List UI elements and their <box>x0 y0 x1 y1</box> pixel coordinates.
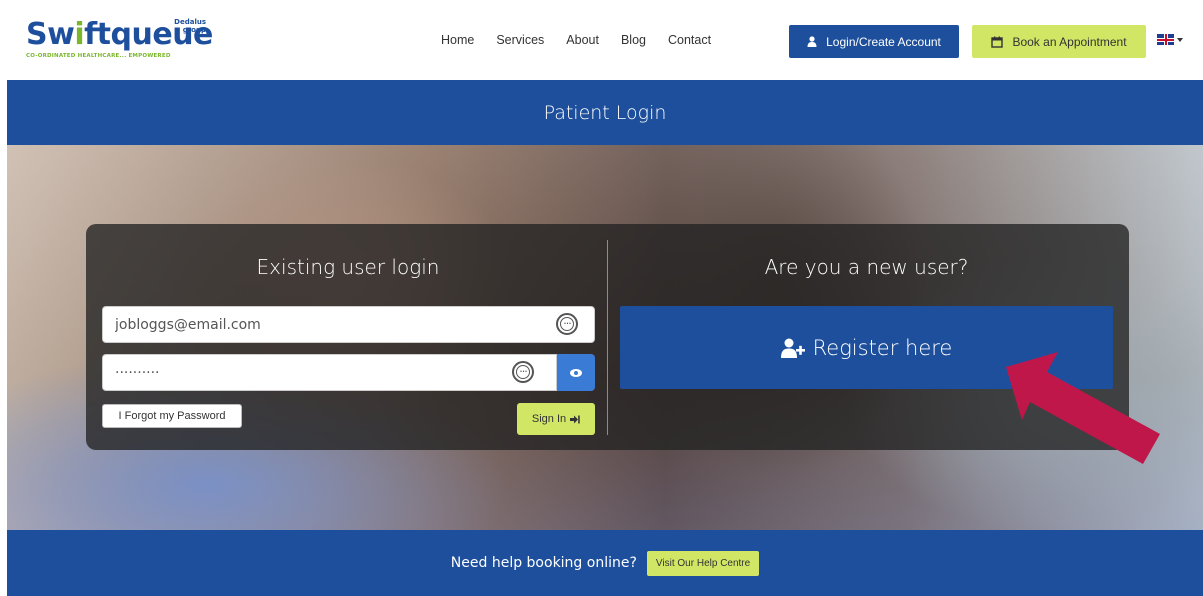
main-nav: Home Services About Blog Contact <box>441 33 733 47</box>
password-manager-icon[interactable] <box>556 313 578 335</box>
book-appointment-button[interactable]: Book an Appointment <box>972 25 1146 58</box>
password-input[interactable] <box>103 355 523 390</box>
forgot-password-button[interactable]: I Forgot my Password <box>102 404 242 428</box>
login-button-label: Login/Create Account <box>826 34 941 49</box>
page-title: Patient Login <box>543 101 667 124</box>
logo-tagline: CO-ORDINATED HEALTHCARE... EMPOWERED <box>26 53 171 59</box>
nav-about[interactable]: About <box>566 33 599 47</box>
nav-home[interactable]: Home <box>441 33 474 47</box>
user-icon <box>807 36 817 47</box>
login-create-account-button[interactable]: Login/Create Account <box>789 25 959 58</box>
nav-blog[interactable]: Blog <box>621 33 646 47</box>
nav-contact[interactable]: Contact <box>668 33 711 47</box>
existing-user-heading: Existing user login <box>256 255 440 279</box>
panel-divider <box>607 240 608 435</box>
chevron-down-icon <box>1177 37 1183 42</box>
uk-flag-icon <box>1157 34 1174 45</box>
site-header: Swiftqueue Dedalus group CO-ORDINATED HE… <box>0 0 1203 80</box>
password-field[interactable] <box>102 354 557 391</box>
password-manager-icon[interactable] <box>512 361 534 383</box>
email-input[interactable] <box>103 307 523 342</box>
calendar-icon <box>991 36 1004 48</box>
add-user-icon <box>780 338 805 358</box>
help-footer-bar: Need help booking online? Visit Our Help… <box>7 530 1203 596</box>
book-button-label: Book an Appointment <box>1012 34 1127 49</box>
register-button-label: Register here <box>812 335 953 360</box>
help-prompt-text: Need help booking online? <box>450 555 637 571</box>
sign-in-button[interactable]: Sign In <box>517 403 595 435</box>
page-title-bar: Patient Login <box>7 80 1203 145</box>
eye-icon <box>570 368 582 377</box>
email-field[interactable] <box>102 306 595 343</box>
logo-group-label: Dedalus group <box>174 18 206 34</box>
sign-in-icon <box>570 415 580 423</box>
help-centre-button[interactable]: Visit Our Help Centre <box>646 550 760 576</box>
swiftqueue-logo[interactable]: Swiftqueue Dedalus group CO-ORDINATED HE… <box>26 18 213 64</box>
show-password-button[interactable] <box>557 354 595 391</box>
pointer-arrow <box>1006 352 1160 464</box>
language-selector[interactable] <box>1157 34 1183 45</box>
sign-in-label: Sign In <box>531 413 567 425</box>
new-user-heading: Are you a new user? <box>764 255 969 279</box>
nav-services[interactable]: Services <box>496 33 544 47</box>
